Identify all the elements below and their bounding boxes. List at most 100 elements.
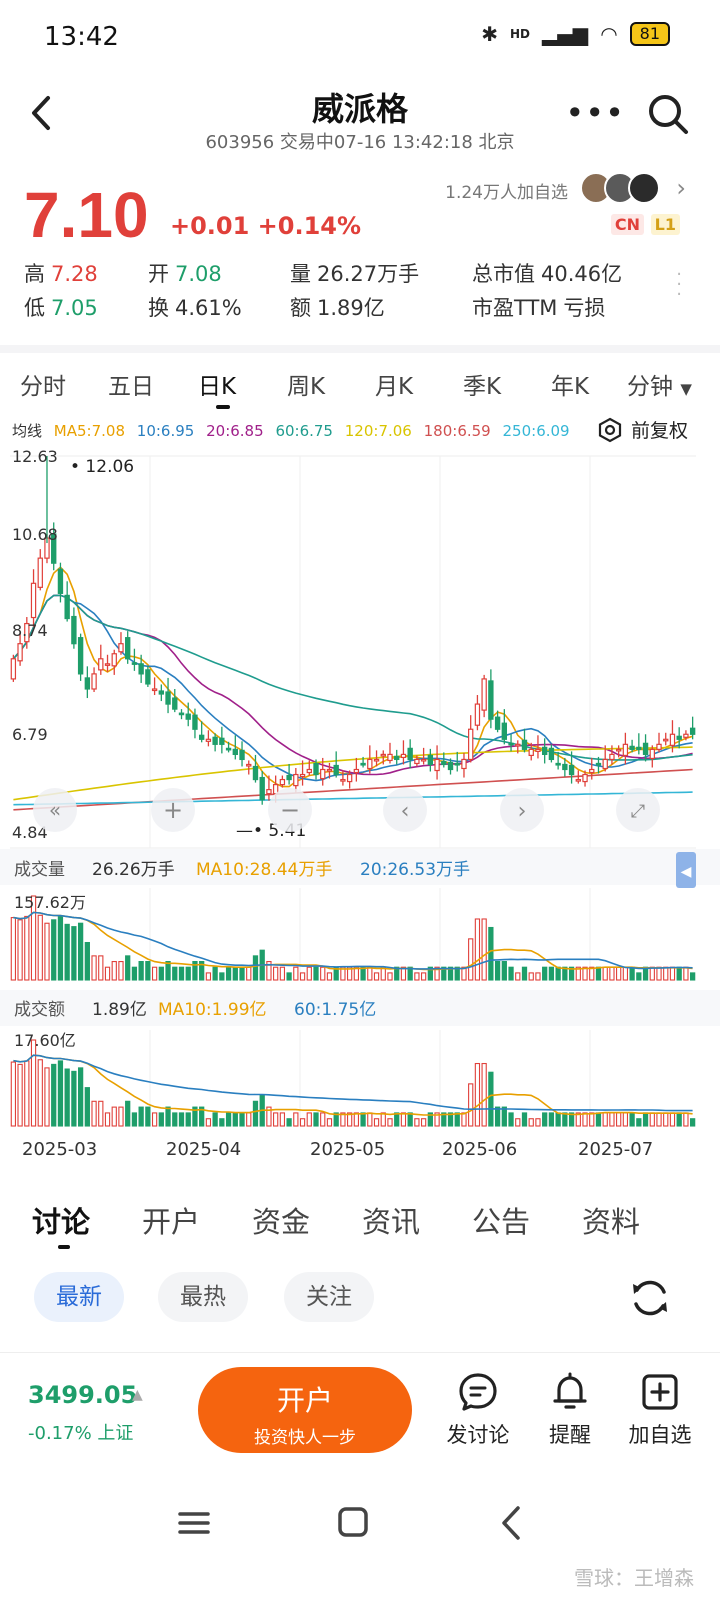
y-tick-label: 12.63 (12, 448, 58, 466)
volume-bar (656, 966, 662, 981)
back-icon[interactable] (502, 1506, 520, 1540)
amount-bar (690, 1118, 696, 1127)
volume-bar (320, 966, 326, 981)
tab-five-day[interactable]: 五日 (108, 367, 154, 401)
volume-bar (488, 926, 494, 981)
ma-line (12, 594, 693, 776)
ma60-value: 60:6.75 (275, 422, 333, 440)
index-change[interactable]: -0.17% 上证 (28, 1419, 133, 1445)
candle-body (474, 703, 481, 726)
candle-body (636, 746, 642, 750)
tab-announcements[interactable]: 公告 (472, 1199, 530, 1241)
candle-body (259, 776, 265, 801)
volume-bar (508, 966, 514, 981)
tab-profile[interactable]: 资料 (582, 1199, 640, 1241)
volume-bar (669, 966, 676, 981)
volume-bar (239, 966, 245, 981)
more-stats-icon[interactable]: · · · (676, 266, 682, 304)
candle-body (582, 773, 588, 783)
volume-bar (212, 966, 218, 981)
volume-bar (663, 966, 669, 981)
triangle-left-icon: ◀ (681, 864, 692, 880)
amount-bar (225, 1112, 232, 1127)
amount-bar (279, 1112, 286, 1127)
refresh-icon[interactable] (628, 1276, 672, 1320)
volume-bar (145, 961, 151, 981)
filter-hottest[interactable]: 最热 (158, 1272, 248, 1322)
open-account-button[interactable]: 开户 投资快人一步 (198, 1367, 412, 1453)
volume-bar (158, 966, 164, 981)
tab-open-account[interactable]: 开户 (142, 1199, 200, 1241)
menu-icon[interactable] (178, 1512, 210, 1534)
ma20-value: 20:6.85 (206, 422, 264, 440)
volume-ma10-line (13, 911, 693, 971)
candle-body (434, 758, 440, 772)
amount-bar (629, 1112, 635, 1127)
volume-max-label: 157.62万 (14, 893, 86, 912)
candle-body (320, 768, 326, 780)
amount-bar (656, 1112, 662, 1127)
filter-following[interactable]: 关注 (284, 1272, 374, 1322)
x-tick-label: 2025-05 (310, 1139, 385, 1160)
index-value[interactable]: 3499.05 (28, 1381, 137, 1409)
tab-yearly-k[interactable]: 年K (551, 367, 589, 401)
tab-discussion[interactable]: 讨论 (32, 1199, 90, 1241)
candle-body (629, 745, 635, 750)
candle-body (17, 643, 23, 662)
chevron-right-icon[interactable]: › (676, 174, 686, 202)
alert-button[interactable]: 提醒 (530, 1371, 610, 1449)
follower-avatars[interactable] (580, 172, 660, 204)
amount-bar (528, 1118, 534, 1127)
candle-body (642, 742, 649, 756)
ma-line (12, 594, 693, 761)
tab-daily-k[interactable]: 日K (198, 367, 236, 401)
home-icon[interactable] (338, 1507, 368, 1537)
candle-body (535, 748, 541, 752)
amount-bar (293, 1112, 299, 1127)
search-icon[interactable] (644, 90, 692, 138)
candle-body (333, 764, 339, 776)
kline-chart[interactable]: 12.6310.688.746.794.84• 12.06—• 5.41成交量 2… (0, 448, 720, 1168)
filter-latest[interactable]: 最新 (34, 1272, 124, 1322)
amount-bar (246, 1112, 252, 1127)
volume-bar (595, 966, 602, 981)
candle-body (198, 734, 205, 740)
volume-bar (205, 972, 212, 981)
volume-bar (474, 918, 481, 981)
cn-badge: CN (610, 214, 644, 235)
amount-bar (17, 1063, 23, 1127)
y-tick-label: 10.68 (12, 525, 58, 544)
volume-bar (279, 966, 286, 981)
more-icon[interactable]: ••• (565, 94, 625, 132)
volume-bar (636, 972, 642, 981)
amount-bar (548, 1112, 555, 1127)
candle-body (138, 663, 144, 675)
volume-bar (521, 966, 528, 981)
tab-weekly-k[interactable]: 周K (287, 367, 325, 401)
candle-body (441, 760, 447, 766)
tab-funds[interactable]: 资金 (252, 1199, 310, 1241)
volume-bar (528, 972, 534, 981)
amount-bar (373, 1118, 380, 1127)
candle-body (602, 758, 608, 770)
tab-news[interactable]: 资讯 (362, 1199, 420, 1241)
tab-intraday[interactable]: 分时 (20, 367, 66, 401)
volume-bar (185, 966, 191, 981)
add-watchlist-button[interactable]: 加自选 (620, 1371, 700, 1449)
candle-body (111, 653, 117, 667)
candle-body (232, 748, 238, 756)
amount-bar (64, 1068, 70, 1127)
chat-bubble-icon (459, 1373, 497, 1411)
tab-minute[interactable]: 分钟 ▼ (627, 367, 692, 401)
tab-quarterly-k[interactable]: 季K (463, 367, 501, 401)
post-discussion-button[interactable]: 发讨论 (438, 1371, 518, 1449)
volume-bar (273, 966, 279, 981)
volume-bar (690, 972, 696, 981)
tab-monthly-k[interactable]: 月K (375, 367, 413, 401)
discussion-filters: 最新 最热 关注 (0, 1272, 720, 1328)
adjust-selector[interactable]: 前复权 (597, 416, 688, 443)
followers-count[interactable]: 1.24万人加自选 (445, 178, 568, 203)
candle-body (346, 773, 353, 783)
candle-body (306, 768, 312, 774)
x-tick-label: 2025-06 (442, 1139, 517, 1160)
